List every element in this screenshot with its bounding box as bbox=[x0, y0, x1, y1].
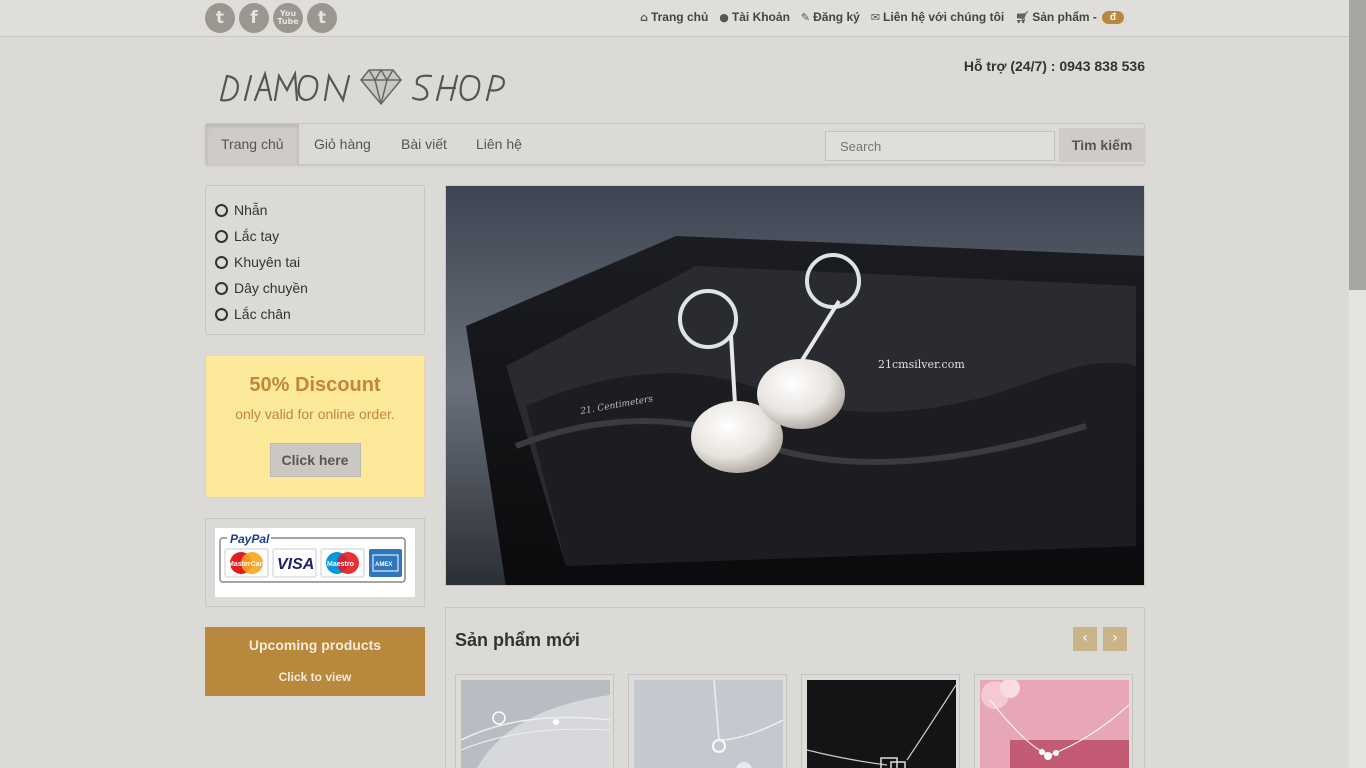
top-link-account-label: Tài Khoản bbox=[731, 10, 790, 24]
category-label: Nhẫn bbox=[234, 202, 268, 218]
discount-button[interactable]: Click here bbox=[269, 443, 361, 477]
category-item-rings[interactable]: Nhẫn bbox=[206, 197, 424, 223]
payment-cards-image: PayPal MasterCard VISA Maestro AMEX bbox=[215, 528, 415, 597]
svg-text:Maestro: Maestro bbox=[327, 561, 354, 568]
category-label: Lắc chân bbox=[234, 306, 291, 322]
product-card[interactable] bbox=[974, 674, 1133, 768]
top-links: ⌂ Trang chủ ● Tài Khoản ✎ Đăng ký ✉ Liên… bbox=[640, 10, 1124, 24]
category-label: Khuyên tai bbox=[234, 254, 301, 270]
radio-icon bbox=[215, 307, 228, 321]
page-scrollbar[interactable] bbox=[1349, 0, 1366, 768]
search-input[interactable] bbox=[825, 131, 1055, 161]
youtube-icon[interactable]: You Tube bbox=[273, 3, 303, 33]
cart-icon: 🛒︎ bbox=[1015, 10, 1030, 24]
nav-item-blog[interactable]: Bài viết bbox=[386, 124, 462, 164]
top-link-cart-label: Sản phẩm - bbox=[1032, 10, 1097, 24]
edit-icon: ✎ bbox=[800, 10, 811, 24]
logo-image bbox=[219, 68, 505, 106]
svg-text:MasterCard: MasterCard bbox=[228, 561, 267, 568]
carousel-prev-button[interactable]: ‹ bbox=[1073, 627, 1097, 651]
category-item-earrings[interactable]: Khuyên tai bbox=[206, 249, 424, 275]
svg-text:VISA: VISA bbox=[277, 556, 314, 573]
scrollbar-thumb[interactable] bbox=[1349, 0, 1366, 290]
hero-slider[interactable]: 21cmsilver.com 21. Centimeters bbox=[445, 185, 1145, 586]
top-link-register[interactable]: ✎ Đăng ký bbox=[801, 10, 860, 24]
payment-methods: PayPal MasterCard VISA Maestro AMEX bbox=[205, 518, 425, 607]
home-icon: ⌂ bbox=[640, 10, 648, 24]
category-item-bracelets[interactable]: Lắc tay bbox=[206, 223, 424, 249]
top-link-contact-label: Liên hệ với chúng tôi bbox=[883, 10, 1005, 24]
top-link-contact[interactable]: ✉ Liên hệ với chúng tôi bbox=[871, 10, 1004, 24]
upcoming-products-banner[interactable]: Upcoming products Click to view bbox=[205, 627, 425, 696]
category-list: Nhẫn Lắc tay Khuyên tai Dây chuyền Lắc c… bbox=[205, 185, 425, 335]
radio-icon bbox=[215, 203, 228, 217]
radio-icon bbox=[215, 229, 228, 243]
envelope-icon: ✉ bbox=[870, 10, 881, 24]
radio-icon bbox=[215, 281, 228, 295]
svg-text:AMEX: AMEX bbox=[375, 562, 392, 568]
user-icon: ● bbox=[719, 10, 729, 24]
top-link-cart[interactable]: 🛒︎ Sản phẩm - đ bbox=[1015, 10, 1124, 24]
category-item-anklets[interactable]: Lắc chân bbox=[206, 301, 424, 327]
product-image bbox=[980, 680, 1129, 768]
youtube-icon-label: You Tube bbox=[277, 9, 299, 26]
category-label: Lắc tay bbox=[234, 228, 280, 244]
twitter-icon[interactable]: t bbox=[205, 3, 235, 33]
product-image bbox=[634, 680, 783, 768]
nav-item-cart[interactable]: Giỏ hàng bbox=[299, 124, 386, 164]
product-card[interactable] bbox=[455, 674, 614, 768]
facebook-icon[interactable]: f bbox=[239, 3, 269, 33]
nav-item-home[interactable]: Trang chủ bbox=[206, 124, 299, 164]
top-bar: t f You Tube t ⌂ Trang chủ ● Tài Khoản ✎ … bbox=[0, 0, 1349, 37]
top-link-home-label: Trang chủ bbox=[650, 10, 709, 24]
upcoming-link[interactable]: Click to view bbox=[205, 670, 425, 684]
new-products-section: Sản phẩm mới ‹ › bbox=[445, 607, 1145, 768]
cart-badge: đ bbox=[1101, 10, 1124, 24]
top-link-account[interactable]: ● Tài Khoản bbox=[719, 10, 790, 24]
new-products-title: Sản phẩm mới bbox=[455, 630, 580, 650]
top-link-home[interactable]: ⌂ Trang chủ bbox=[640, 10, 708, 24]
social-links: t f You Tube t bbox=[205, 3, 337, 33]
category-label: Dây chuyền bbox=[234, 280, 308, 296]
category-item-necklaces[interactable]: Dây chuyền bbox=[206, 275, 424, 301]
main-nav: Trang chủ Giỏ hàng Bài viết Liên hệ Tìm … bbox=[205, 123, 1145, 165]
carousel-next-button[interactable]: › bbox=[1103, 627, 1127, 651]
hero-image: 21cmsilver.com 21. Centimeters bbox=[446, 186, 1144, 585]
support-hotline: Hỗ trợ (24/7) : 0943 838 536 bbox=[963, 58, 1145, 74]
upcoming-title: Upcoming products bbox=[248, 637, 382, 653]
top-link-register-label: Đăng ký bbox=[813, 10, 860, 24]
discount-subtitle: only valid for online order. bbox=[235, 406, 395, 422]
discount-title: 50% Discount bbox=[249, 374, 381, 396]
paypal-label: PayPal bbox=[230, 532, 270, 546]
radio-icon bbox=[215, 255, 228, 269]
discount-banner: 50% Discount only valid for online order… bbox=[205, 355, 425, 498]
hero-watermark: 21cmsilver.com bbox=[878, 358, 965, 371]
tumblr-icon[interactable]: t bbox=[307, 3, 337, 33]
product-card[interactable] bbox=[801, 674, 960, 768]
product-image bbox=[807, 680, 956, 768]
nav-item-contact[interactable]: Liên hệ bbox=[461, 124, 537, 164]
site-logo[interactable] bbox=[215, 62, 505, 112]
search-button[interactable]: Tìm kiếm bbox=[1059, 128, 1145, 162]
product-image bbox=[461, 680, 610, 768]
product-card[interactable] bbox=[628, 674, 787, 768]
